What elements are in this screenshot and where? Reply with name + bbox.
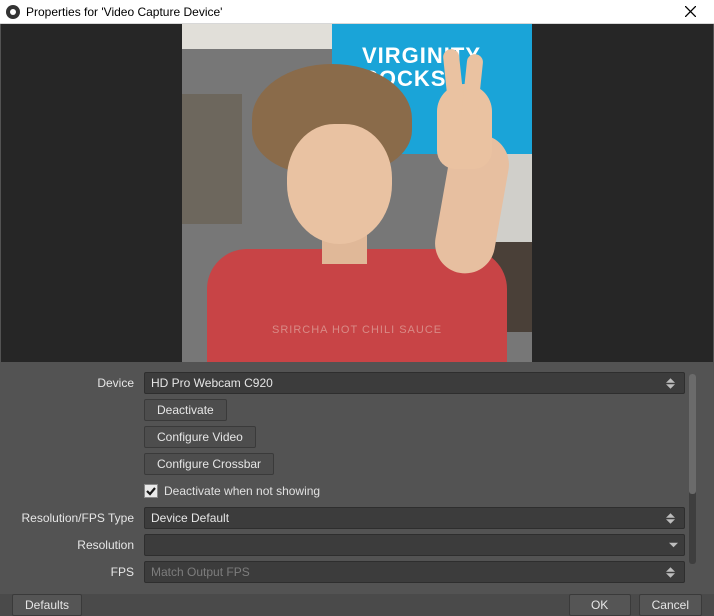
- preview-area: VIRGINITY ROCKS SRIRCHA HOT CHILI SAUCE: [1, 24, 713, 362]
- resolution-select[interactable]: [144, 534, 685, 556]
- defaults-button[interactable]: Defaults: [12, 594, 82, 616]
- titlebar: Properties for 'Video Capture Device': [0, 0, 714, 24]
- main-panel: VIRGINITY ROCKS SRIRCHA HOT CHILI SAUCE …: [0, 24, 714, 600]
- ok-button[interactable]: OK: [569, 594, 631, 616]
- fps-label: FPS: [6, 565, 144, 579]
- close-button[interactable]: [670, 0, 710, 23]
- footer: Defaults OK Cancel: [0, 594, 714, 616]
- deactivate-when-not-showing-checkbox[interactable]: [144, 484, 158, 498]
- fps-select[interactable]: Match Output FPS: [144, 561, 685, 583]
- app-icon: [6, 5, 20, 19]
- chevron-down-icon: [669, 543, 678, 548]
- video-preview: VIRGINITY ROCKS SRIRCHA HOT CHILI SAUCE: [182, 24, 532, 362]
- fps-placeholder: Match Output FPS: [151, 565, 250, 579]
- resolution-type-value: Device Default: [151, 511, 229, 525]
- updown-icon: [666, 373, 680, 393]
- deactivate-button[interactable]: Deactivate: [144, 399, 227, 421]
- scrollbar-thumb[interactable]: [689, 374, 696, 494]
- updown-icon: [666, 508, 680, 528]
- resolution-label: Resolution: [6, 538, 144, 552]
- device-value: HD Pro Webcam C920: [151, 376, 273, 390]
- cancel-button[interactable]: Cancel: [639, 594, 702, 616]
- updown-icon: [666, 562, 680, 582]
- device-label: Device: [6, 376, 144, 390]
- checkbox-label: Deactivate when not showing: [164, 484, 320, 498]
- check-icon: [146, 486, 156, 496]
- scrollbar[interactable]: [689, 374, 696, 564]
- device-select[interactable]: HD Pro Webcam C920: [144, 372, 685, 394]
- window-title: Properties for 'Video Capture Device': [26, 5, 670, 19]
- resolution-type-label: Resolution/FPS Type: [6, 511, 144, 525]
- form-area: Device HD Pro Webcam C920 Deactivate: [0, 362, 714, 594]
- close-icon: [685, 6, 696, 17]
- configure-video-button[interactable]: Configure Video: [144, 426, 256, 448]
- configure-crossbar-button[interactable]: Configure Crossbar: [144, 453, 274, 475]
- resolution-type-select[interactable]: Device Default: [144, 507, 685, 529]
